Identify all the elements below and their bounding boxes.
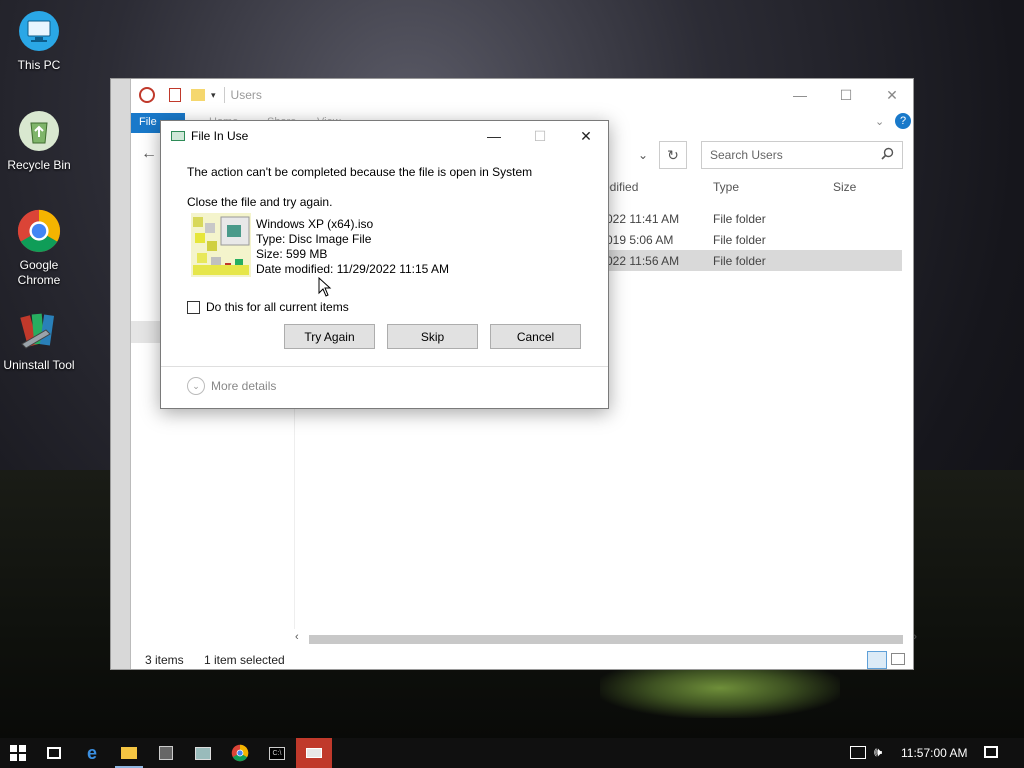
taskbar-active-app[interactable] — [296, 738, 332, 768]
search-input[interactable]: Search Users — [701, 141, 903, 169]
status-item-count: 3 items — [145, 653, 184, 667]
desktop-icon-this-pc[interactable]: This PC — [0, 8, 78, 73]
volume-icon[interactable]: 🕪 — [874, 744, 882, 760]
status-bar: 3 items 1 item selected — [131, 649, 913, 671]
dialog-maximize-button: ☐ — [533, 127, 547, 144]
apply-to-all-checkbox-row[interactable]: Do this for all current items — [187, 300, 349, 314]
large-icons-view-icon[interactable] — [891, 653, 905, 665]
desktop-icon-label: Uninstall Tool — [3, 358, 75, 372]
taskbar: e C:\ 🕪 11:57:00 AM — [0, 738, 1024, 768]
desktop-icon-label: This PC — [17, 58, 61, 72]
taskbar-chrome[interactable] — [222, 738, 258, 768]
apply-to-all-label[interactable]: Do this for all current items — [206, 300, 349, 314]
chrome-icon — [16, 208, 62, 254]
disc-image-file-icon — [191, 213, 251, 277]
row-modified: 022 11:41 AM — [606, 212, 680, 226]
desktop-icon-label: Recycle Bin — [7, 158, 71, 172]
mouse-pointer-icon — [318, 276, 332, 300]
try-again-button[interactable]: Try Again — [284, 324, 375, 349]
explorer-minimize-button[interactable]: — — [777, 79, 823, 111]
title-divider — [223, 87, 225, 103]
row-modified: 022 11:56 AM — [606, 254, 680, 268]
row-modified: 019 5:06 AM — [606, 233, 674, 247]
horizontal-scrollbar[interactable]: ‹ › — [295, 631, 917, 647]
command-prompt-icon: C:\ — [269, 746, 285, 760]
ribbon-expand-chevron-icon[interactable]: ⌄ — [875, 115, 884, 128]
taskbar-app-2[interactable] — [185, 738, 221, 768]
row-type: File folder — [713, 254, 766, 268]
more-details-label[interactable]: More details — [211, 379, 276, 393]
explorer-close-button[interactable]: ✕ — [869, 79, 915, 111]
package-app-icon — [159, 746, 173, 760]
desktop-icon-google-chrome[interactable]: Google Chrome — [0, 208, 78, 288]
network-icon[interactable] — [850, 746, 866, 759]
more-details-toggle[interactable]: ⌄ More details — [187, 377, 276, 395]
table-row[interactable]: 022 11:41 AM File folder — [591, 208, 902, 229]
file-name: Windows XP (x64).iso — [256, 217, 374, 231]
desktop-icon-label: Google Chrome — [17, 258, 61, 287]
table-row-selected[interactable]: 022 11:56 AM File folder — [591, 250, 902, 271]
help-icon[interactable]: ? — [895, 113, 911, 129]
cancel-button[interactable]: Cancel — [490, 324, 581, 349]
file-size: Size: 599 MB — [256, 247, 328, 261]
search-icon — [881, 147, 894, 163]
back-arrow-icon[interactable]: ← — [141, 145, 157, 163]
start-button[interactable] — [0, 738, 36, 768]
details-view-icon[interactable] — [867, 651, 887, 669]
task-view-icon — [47, 747, 61, 759]
folder-icon — [121, 747, 137, 759]
row-type: File folder — [713, 233, 766, 247]
background-window-edge — [111, 79, 131, 669]
column-header-size[interactable]: Size — [833, 180, 856, 202]
column-header-type[interactable]: Type — [713, 180, 739, 202]
search-placeholder: Search Users — [710, 148, 783, 162]
file-in-use-dialog[interactable]: File In Use — ☐ ✕ The action can't be co… — [160, 120, 609, 409]
notifications-icon[interactable] — [984, 746, 998, 758]
scrollbar-thumb[interactable] — [309, 635, 903, 644]
uninstall-tool-icon — [16, 308, 62, 354]
quick-access-folder-icon[interactable] — [191, 89, 205, 101]
row-type: File folder — [713, 212, 766, 226]
taskbar-command-prompt[interactable]: C:\ — [259, 738, 295, 768]
status-selection: 1 item selected — [204, 653, 285, 667]
windows-logo-icon — [10, 745, 26, 761]
file-details: Windows XP (x64).iso Type: Disc Image Fi… — [256, 217, 449, 277]
file-date-modified: Date modified: 11/29/2022 11:15 AM — [256, 262, 450, 276]
task-view-button[interactable] — [36, 738, 72, 768]
taskbar-clock[interactable]: 11:57:00 AM — [901, 746, 968, 760]
chrome-icon — [231, 744, 249, 762]
dialog-message: The action can't be completed because th… — [187, 165, 533, 179]
scroll-left-arrow-icon[interactable]: ‹ — [295, 631, 299, 643]
taskbar-app-1[interactable] — [148, 738, 184, 768]
recycle-bin-icon — [16, 108, 62, 154]
file-move-icon — [171, 131, 185, 141]
table-row[interactable]: 019 5:06 AM File folder — [591, 229, 902, 250]
quick-access-checkmark-icon[interactable] — [169, 88, 181, 102]
dialog-minimize-button[interactable]: — — [471, 121, 517, 151]
apply-to-all-checkbox[interactable] — [187, 300, 200, 314]
dialog-title: File In Use — [191, 129, 249, 143]
address-dropdown-icon[interactable]: ⌄ — [629, 141, 657, 169]
explorer-title: Users — [230, 88, 262, 102]
explorer-maximize-button[interactable]: ☐ — [823, 79, 869, 111]
dialog-close-button[interactable]: ✕ — [563, 121, 609, 151]
desktop-icon-recycle-bin[interactable]: Recycle Bin — [0, 108, 78, 173]
desktop-wallpaper-tent-glow — [600, 668, 840, 718]
dialog-instruction: Close the file and try again. — [187, 195, 333, 209]
taskbar-edge[interactable]: e — [74, 738, 110, 768]
dialog-divider — [161, 366, 608, 367]
file-type: Type: Disc Image File — [256, 232, 372, 246]
monitor-icon — [16, 8, 62, 54]
scroll-right-arrow-icon[interactable]: › — [913, 631, 917, 643]
image-viewer-icon — [195, 746, 211, 760]
desktop-icon-uninstall-tool[interactable]: Uninstall Tool — [0, 308, 78, 373]
quick-access-dropdown-icon[interactable]: ▾ — [211, 90, 216, 101]
quick-access-properties-icon[interactable] — [139, 87, 155, 103]
skip-button[interactable]: Skip — [387, 324, 478, 349]
refresh-button[interactable]: ↻ — [659, 141, 687, 169]
chevron-down-icon[interactable]: ⌄ — [187, 377, 205, 395]
taskbar-file-explorer[interactable] — [111, 738, 147, 768]
active-app-icon — [306, 748, 322, 758]
edge-icon: e — [86, 742, 97, 763]
